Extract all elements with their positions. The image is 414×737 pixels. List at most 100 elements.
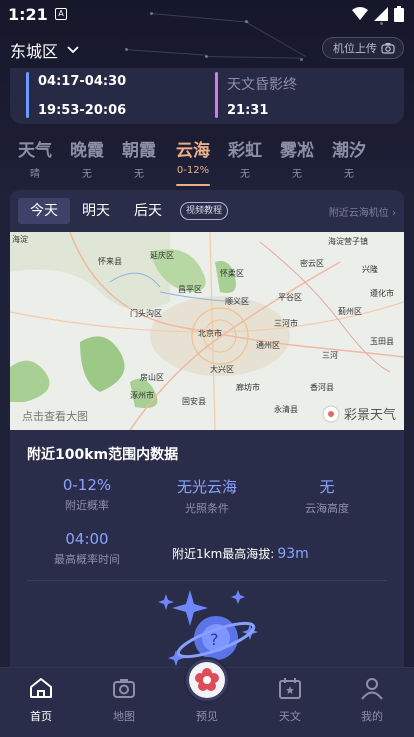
day-after-tomorrow[interactable]: 后天 [122, 198, 174, 224]
forecast-tabs: 天气晴 晚霞无 朝霞无 云海 0-12% 彩虹无 雾凇无 潮汐无 [0, 136, 414, 186]
tab-label: 云海 [176, 141, 210, 161]
map-label: 密云区 [300, 259, 324, 268]
view-large-map-link[interactable]: 点击查看大图 [22, 408, 88, 424]
upload-spot-label: 机位上传 [333, 42, 377, 55]
tab-label: 雾凇 [280, 141, 314, 161]
map-label: 顺义区 [225, 297, 249, 306]
peak-time-value: 04:00 [65, 530, 109, 548]
max-altitude-label: 附近1km最高海拔: [172, 547, 275, 561]
wifi-icon [352, 7, 368, 20]
nearby-spots-label: 附近云海机位 [328, 208, 389, 219]
blue-hour-bar [26, 72, 29, 118]
map-label: 通州区 [256, 341, 280, 350]
map-label: 怀柔区 [220, 269, 244, 278]
map-label: 永清县 [274, 405, 298, 414]
nav-label: 预见 [196, 710, 218, 723]
light-condition-value: 无光云海 [176, 478, 237, 496]
day-selector: 今天 明天 后天 [18, 198, 174, 224]
sea-of-clouds-card: 今天 明天 后天 视频教程 附近云海机位 › 海淀 怀来县 延庆区 怀柔区 密云… [10, 190, 404, 680]
nav-forecast[interactable]: 预见 [177, 704, 237, 724]
probability-stat: 0-12% 附近概率 [27, 476, 147, 513]
map-label: 廊坊市 [236, 383, 260, 392]
map-brand: 彩景天气 [322, 404, 396, 423]
day-tomorrow[interactable]: 明天 [70, 198, 122, 224]
svg-text:?: ? [210, 630, 219, 649]
map-label: 怀来县 [98, 257, 122, 266]
forecast-center-button[interactable] [184, 657, 230, 703]
tab-sub: 无 [344, 169, 354, 180]
tab-sub: 无 [82, 169, 92, 180]
location-selector[interactable]: 东城区 [10, 38, 80, 62]
video-tutorial-button[interactable]: 视频教程 [180, 202, 229, 220]
user-icon [361, 678, 383, 700]
tab-weather[interactable]: 天气晴 [9, 136, 61, 180]
map-brand-label: 彩景天气 [343, 408, 396, 423]
day-today[interactable]: 今天 [18, 198, 70, 224]
tab-sub: 无 [134, 169, 144, 180]
nav-profile[interactable]: 我的 [342, 676, 402, 724]
light-condition-label: 光照条件 [185, 502, 229, 515]
tab-tide[interactable]: 潮汐无 [323, 136, 375, 180]
divider [27, 580, 387, 581]
home-icon [30, 678, 52, 698]
upload-spot-button[interactable]: 机位上传 [322, 37, 404, 59]
signal-icon [374, 7, 388, 21]
cloud-height-stat: 无 云海高度 [267, 476, 387, 516]
tab-label: 彩虹 [228, 141, 262, 161]
nav-astronomy[interactable]: 天文 [260, 676, 320, 724]
tab-label: 天气 [18, 141, 52, 161]
map-label: 涿州市 [130, 391, 154, 400]
tab-sub: 晴 [30, 169, 40, 180]
twilight-bar [215, 72, 218, 118]
status-time: 1:21 [8, 5, 48, 24]
calendar-star-icon [279, 678, 301, 699]
chevron-right-icon: › [388, 208, 396, 219]
map-label: 海淀 [12, 235, 28, 244]
notification-icon: A [55, 8, 67, 20]
map-label: 玉田县 [370, 337, 394, 346]
nav-home[interactable]: 首页 [11, 676, 71, 724]
map-label: 蓟州区 [338, 307, 362, 316]
morning-range: 04:17-04:30 [38, 74, 127, 89]
nav-label: 我的 [361, 710, 383, 723]
astronomical-dusk-label: 天文昏影终 [227, 77, 297, 93]
astronomical-dusk-time: 21:31 [227, 103, 269, 118]
map-label: 海淀营子镇 [328, 237, 368, 246]
nearby-spots-link[interactable]: 附近云海机位 › [329, 204, 396, 219]
tab-label: 晚霞 [70, 141, 104, 161]
tab-sunset[interactable]: 晚霞无 [61, 136, 113, 180]
tab-rainbow[interactable]: 彩虹无 [219, 136, 271, 180]
map-label: 三河 [322, 351, 338, 360]
peak-time-stat: 04:00 最高概率时间 [27, 530, 147, 567]
map-label: 兴隆 [362, 265, 378, 274]
max-altitude: 附近1km最高海拔: 93m [172, 545, 309, 562]
flower-logo [189, 662, 225, 698]
map-label: 遵化市 [370, 289, 394, 298]
chevron-down-icon [67, 46, 79, 54]
peak-time-label: 最高概率时间 [54, 553, 120, 566]
tab-sub: 无 [292, 169, 302, 180]
max-altitude-value: 93m [277, 546, 309, 562]
cloud-sea-map[interactable]: 海淀 怀来县 延庆区 怀柔区 密云区 海淀营子镇 昌平区 顺义区 平谷区 门头沟… [10, 232, 404, 430]
nav-label: 地图 [113, 710, 135, 723]
camera-icon [113, 679, 135, 698]
tab-sunrise[interactable]: 朝霞无 [113, 136, 165, 180]
nav-label: 天文 [279, 710, 301, 723]
map-label: 房山区 [140, 373, 164, 382]
tab-label: 朝霞 [122, 141, 156, 161]
tab-sea-of-clouds[interactable]: 云海 0-12% [167, 136, 219, 176]
map-label: 门头沟区 [130, 309, 162, 318]
cloud-height-label: 云海高度 [305, 502, 349, 515]
nav-label: 首页 [30, 710, 52, 723]
nav-map[interactable]: 地图 [94, 676, 154, 724]
camera-icon [381, 43, 395, 54]
map-label: 平谷区 [278, 293, 302, 302]
tab-rime[interactable]: 雾凇无 [271, 136, 323, 180]
tab-sub: 0-12% [176, 165, 210, 176]
flower-icon [195, 668, 219, 691]
light-condition-stat: 无光云海 光照条件 [147, 476, 267, 516]
active-tab-indicator [176, 184, 210, 186]
astro-timing-card: 04:17-04:30 19:53-20:06 天文昏影终 21:31 [10, 68, 404, 124]
tab-sub: 无 [240, 169, 250, 180]
battery-icon [394, 6, 404, 22]
